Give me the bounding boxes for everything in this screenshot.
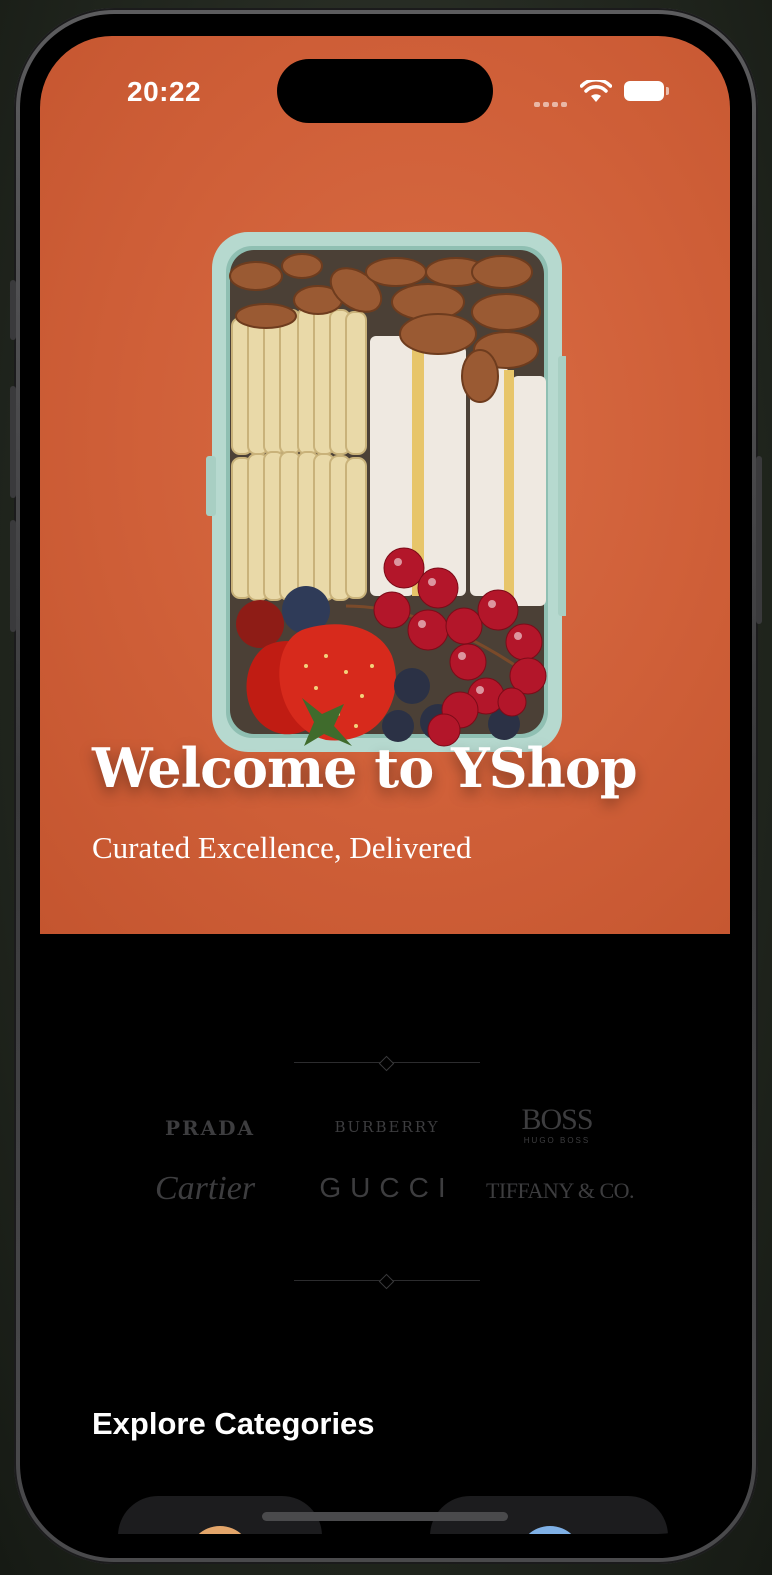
status-time: 20:22 — [127, 76, 202, 107]
category-icon — [188, 1526, 252, 1534]
dynamic-island — [277, 59, 493, 123]
wifi-icon — [579, 78, 613, 109]
hero-title: Welcome to YShop — [92, 736, 638, 800]
volume-down-button — [10, 520, 16, 632]
brand-tiffany-logo[interactable]: TIFFANY & CO. — [480, 1178, 640, 1204]
volume-up-button — [10, 386, 16, 498]
explore-categories-title: Explore Categories — [92, 1406, 375, 1441]
category-icon — [518, 1526, 582, 1534]
phone-frame: Welcome to YShop Curated Excellence, Del… — [10, 8, 762, 1564]
hero-banner[interactable]: Welcome to YShop Curated Excellence, Del… — [40, 36, 730, 934]
brand-prada-logo[interactable]: PRADA — [150, 1116, 270, 1140]
brand-boss-logo[interactable]: BOSS — [512, 1105, 602, 1135]
lunchbox-photo — [206, 226, 568, 761]
brand-burberry-logo[interactable]: BURBERRY — [312, 1118, 462, 1136]
brands-bottom-divider — [294, 1273, 480, 1290]
action-button — [10, 280, 16, 340]
brands-top-divider — [294, 1055, 480, 1072]
hero-subtitle: Curated Excellence, Delivered — [92, 830, 472, 865]
power-button — [756, 456, 762, 624]
battery-icon — [624, 81, 669, 101]
screen: Welcome to YShop Curated Excellence, Del… — [40, 36, 730, 1534]
brand-gucci-logo[interactable]: GUCCI — [312, 1172, 462, 1204]
home-indicator[interactable] — [262, 1512, 508, 1521]
brand-boss-subtitle: HUGO BOSS — [523, 1136, 591, 1145]
brand-cartier-logo[interactable]: Cartier — [140, 1170, 270, 1208]
signal-icon — [534, 94, 570, 112]
